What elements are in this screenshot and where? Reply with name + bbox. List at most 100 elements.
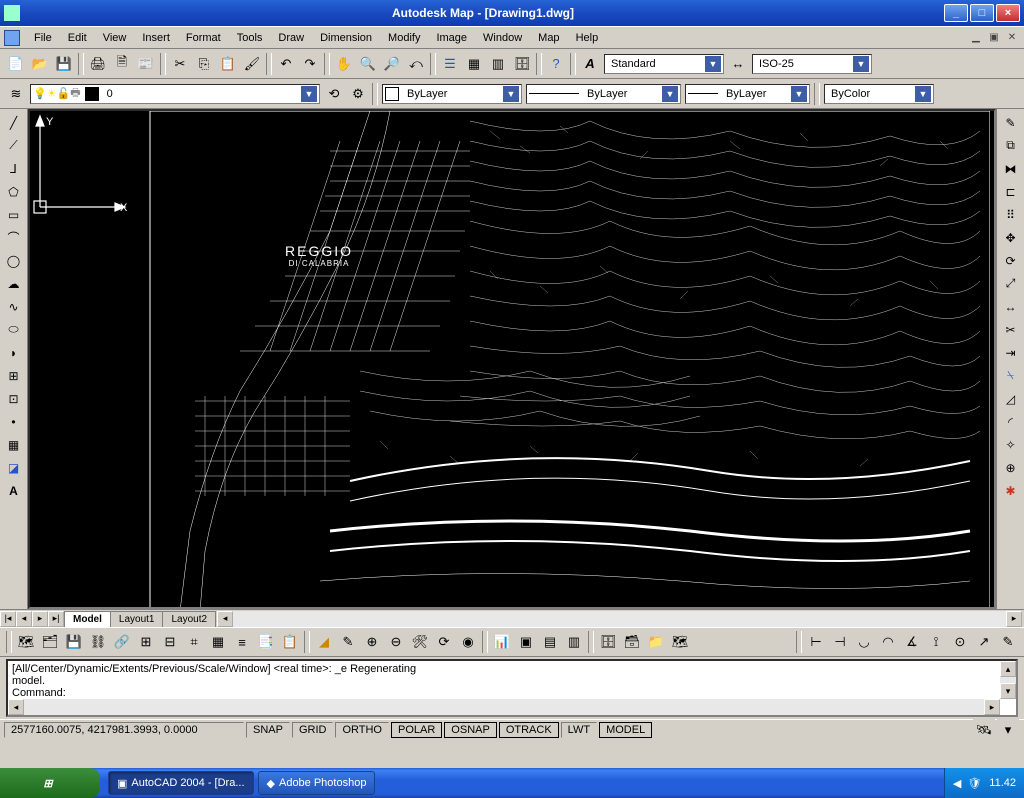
dropdown-arrow-icon[interactable]: ▼ [791,86,807,102]
text-style-combo[interactable]: Standard ▼ [604,54,724,74]
map-tb-21[interactable]: ▣ [515,631,537,653]
menu-tools[interactable]: Tools [229,30,271,46]
array-tool[interactable]: ⠿ [1000,204,1022,225]
map-tb-24[interactable]: 🗄 [597,631,619,653]
status-comm-icon[interactable]: 🛰 [973,719,995,741]
copy-button[interactable]: ⎘ [193,53,215,75]
map-tb-17[interactable]: 🛠 [409,631,431,653]
zoom-window-button[interactable]: 🔎 [381,53,403,75]
region-tool[interactable]: ◪ [3,457,25,478]
layer-states-button[interactable]: ⚙ [347,83,369,105]
help-button[interactable]: ? [545,53,567,75]
erase-tool[interactable]: ✎ [1000,112,1022,133]
cmd-scroll-up-button[interactable]: ▴ [1000,661,1016,677]
toggle-ortho[interactable]: ORTHO [335,722,389,738]
map-tb-5[interactable]: 🔗 [111,631,133,653]
lineweight-combo[interactable]: ByLayer ▼ [685,84,810,104]
map-tb-16[interactable]: ⊖ [385,631,407,653]
arc-tool[interactable]: ⌒ [3,227,25,248]
dim-tb-7[interactable]: ⊙ [949,631,971,653]
menu-image[interactable]: Image [428,30,475,46]
layer-combo[interactable]: 💡 ☀ 🔓 🖶 0 ▼ [30,84,320,104]
make-block-tool[interactable]: ⊡ [3,388,25,409]
menu-file[interactable]: File [26,30,60,46]
dropdown-arrow-icon[interactable]: ▼ [915,86,931,102]
dim-tb-9[interactable]: ✎ [997,631,1019,653]
status-tray-icon[interactable]: ▾ [997,719,1019,741]
publish-button[interactable]: 📰 [135,53,157,75]
undo-button[interactable]: ↶ [275,53,297,75]
map-tb-23[interactable]: ▥ [563,631,585,653]
color-combo[interactable]: ByLayer ▼ [382,84,522,104]
dim-tb-3[interactable]: ◡ [853,631,875,653]
menu-window[interactable]: Window [475,30,530,46]
fillet-tool[interactable]: ◜ [1000,411,1022,432]
map-tb-12[interactable]: 📋 [279,631,301,653]
dim-tb-8[interactable]: ↗ [973,631,995,653]
map-tb-4[interactable]: ⛓ [87,631,109,653]
tab-model[interactable]: Model [64,611,111,627]
move-tool[interactable]: ✥ [1000,227,1022,248]
rectangle-tool[interactable]: ▭ [3,204,25,225]
circle-tool[interactable]: ◯ [3,250,25,271]
dbconnect-button[interactable]: 🗄 [511,53,533,75]
close-button[interactable]: × [996,4,1020,22]
toggle-otrack[interactable]: OTRACK [499,722,559,738]
map-tb-11[interactable]: 📑 [255,631,277,653]
dropdown-arrow-icon[interactable]: ▼ [301,86,317,102]
map-tb-6[interactable]: ⊞ [135,631,157,653]
point-tool[interactable]: • [3,411,25,432]
cut-button[interactable]: ✂ [169,53,191,75]
insert-block-tool[interactable]: ⊞ [3,365,25,386]
taskbar-app-autocad[interactable]: ▣ AutoCAD 2004 - [Dra... [108,771,254,795]
menu-draw[interactable]: Draw [270,30,312,46]
pan-button[interactable]: ✋ [333,53,355,75]
break-tool[interactable]: ⍀ [1000,365,1022,386]
new-button[interactable]: 📄 [5,53,27,75]
tray-icon-2[interactable]: 🛡 [967,777,981,790]
zoom-previous-button[interactable]: ⤺ [405,53,427,75]
taskbar-app-photoshop[interactable]: ◆ Adobe Photoshop [258,771,376,795]
map-tb-14[interactable]: ✎ [337,631,359,653]
map-tb-20[interactable]: 📊 [491,631,513,653]
map-tb-13[interactable]: ◢ [313,631,335,653]
zoom-realtime-button[interactable]: 🔍 [357,53,379,75]
design-center-button[interactable]: ▦ [463,53,485,75]
line-tool[interactable]: ╱ [3,112,25,133]
map-edit-tool[interactable]: ⊕ [1000,457,1022,478]
layer-manager-button[interactable]: ≋ [5,83,27,105]
polygon-tool[interactable]: ⬠ [3,181,25,202]
toggle-polar[interactable]: POLAR [391,722,442,738]
cmd-scroll-right-button[interactable]: ▸ [984,699,1000,715]
menu-map[interactable]: Map [530,30,567,46]
start-button[interactable]: ⊞ [0,768,100,798]
dim-tb-6[interactable]: ⟟ [925,631,947,653]
rotate-tool[interactable]: ⟳ [1000,250,1022,271]
menu-insert[interactable]: Insert [134,30,178,46]
hscroll-left-button[interactable]: ◂ [217,611,233,627]
redo-button[interactable]: ↷ [299,53,321,75]
system-tray[interactable]: ◀ 🛡 11.42 [944,768,1024,798]
trim-tool[interactable]: ✂ [1000,319,1022,340]
mdi-minimize-button[interactable]: ▁ [968,31,984,45]
dim-tb-4[interactable]: ◠ [877,631,899,653]
hatch-tool[interactable]: ▦ [3,434,25,455]
mirror-tool[interactable]: ⧓ [1000,158,1022,179]
map-tb-15[interactable]: ⊕ [361,631,383,653]
tab-next-button[interactable]: ▸ [32,611,48,627]
chamfer-tool[interactable]: ◿ [1000,388,1022,409]
print-button[interactable]: 🖨 [87,53,109,75]
match-properties-button[interactable]: 🖌 [241,53,263,75]
tab-layout1[interactable]: Layout1 [110,611,164,627]
revision-cloud-tool[interactable]: ☁ [3,273,25,294]
scale-tool[interactable]: ⤢ [1000,273,1022,294]
map-tb-10[interactable]: ≡ [231,631,253,653]
linetype-combo[interactable]: ByLayer ▼ [526,84,681,104]
maximize-button[interactable]: □ [970,4,994,22]
open-button[interactable]: 📂 [29,53,51,75]
text-tool[interactable]: A [3,480,25,501]
map-cleanup-tool[interactable]: ✱ [1000,480,1022,501]
map-tb-2[interactable]: 🗂 [39,631,61,653]
map-tb-3[interactable]: 💾 [63,631,85,653]
cmd-scroll-left-button[interactable]: ◂ [8,699,24,715]
